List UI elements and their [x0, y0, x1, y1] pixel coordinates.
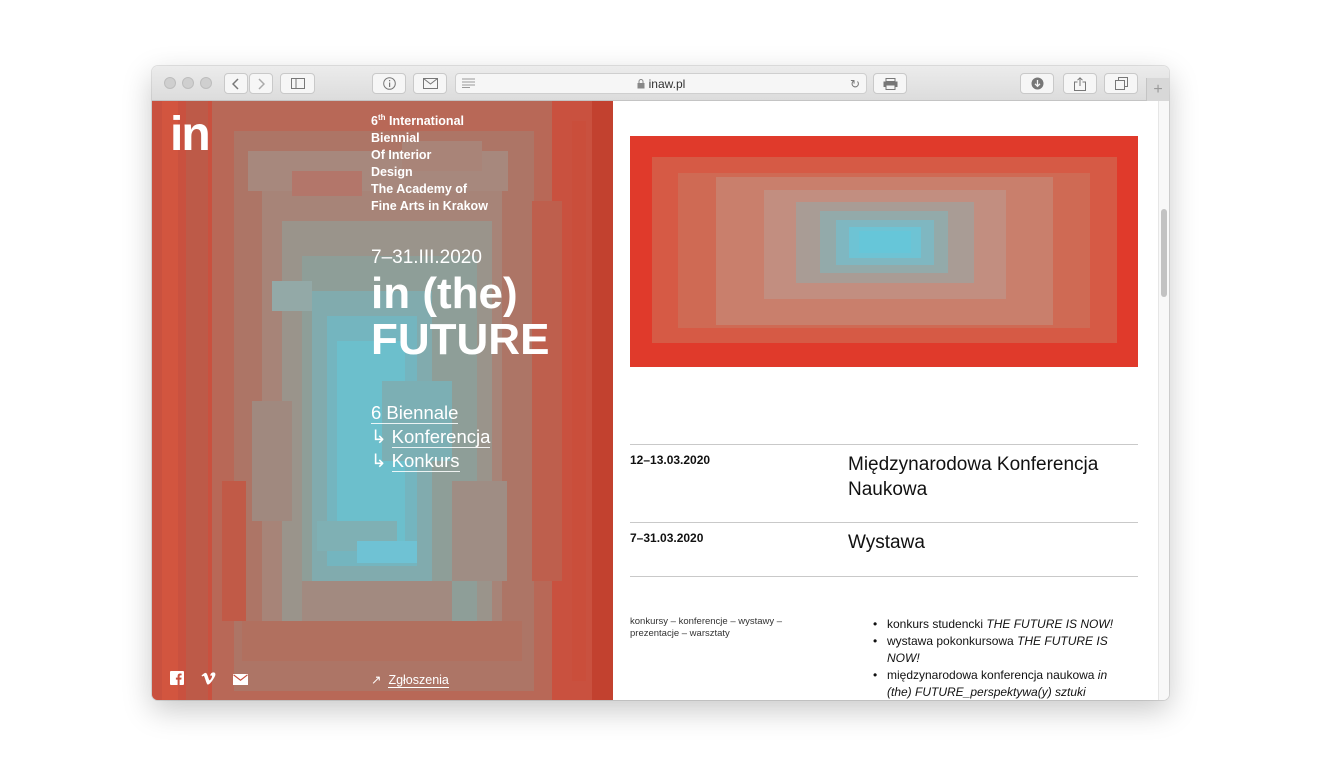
event-date: 7–31.03.2020 — [630, 531, 704, 545]
menu-item-biennale[interactable]: 6 Biennale — [371, 401, 490, 425]
browser-toolbar: inaw.pl ↻ + — [152, 66, 1169, 101]
menu-label: 6 Biennale — [371, 402, 459, 424]
sidebar-panel: in 6th International Biennial Of Interio… — [152, 101, 613, 700]
scrollbar[interactable] — [1158, 101, 1169, 700]
reload-icon[interactable]: ↻ — [850, 77, 860, 91]
list-item-emphasis: THE FUTURE IS NOW! — [986, 617, 1114, 631]
social-links — [170, 671, 248, 690]
info-line-1: 6th International — [371, 113, 521, 130]
minimize-window-button[interactable] — [182, 77, 194, 89]
sidebar-menu: 6 Biennale ↳ Konferencja ↳ Konkurs — [371, 401, 491, 473]
info-line-6: Fine Arts in Krakow — [371, 199, 488, 213]
list-item: wystawa pokonkursowa THE FUTURE IS NOW! — [871, 633, 1131, 667]
info-icon — [382, 77, 396, 90]
info-button[interactable] — [372, 73, 406, 94]
menu-item-konferencja[interactable]: ↳ Konferencja — [371, 425, 491, 449]
mail-icon[interactable] — [233, 672, 248, 690]
mail-share-button[interactable] — [413, 73, 447, 94]
info-line-5: The Academy of — [371, 182, 468, 196]
print-button[interactable] — [873, 73, 907, 94]
list-item: konkurs studencki THE FUTURE IS NOW! — [871, 616, 1131, 633]
chevron-right-icon — [258, 77, 265, 90]
reader-icon[interactable] — [462, 78, 475, 88]
share-button[interactable] — [1063, 73, 1097, 94]
browser-window: inaw.pl ↻ + in 6th International Biennia… — [152, 66, 1169, 700]
menu-label: Konferencja — [391, 426, 491, 448]
tabs-overview-button[interactable] — [1104, 73, 1138, 94]
info-line-1-rest: International — [385, 114, 464, 128]
envelope-icon — [422, 78, 438, 89]
event-name: Wystawa — [848, 532, 925, 553]
info-line-2: Biennial — [371, 131, 420, 145]
list-item-text: międzynarodowa konferencja naukowa — [887, 668, 1098, 682]
printer-icon — [883, 77, 897, 90]
event-row[interactable]: 7–31.03.2020 Wystawa — [630, 522, 1138, 576]
tabs-icon — [1114, 77, 1128, 90]
url-text: inaw.pl — [648, 76, 686, 91]
info-line-3: Of Interior — [371, 148, 432, 162]
ordinal-number: 6 — [371, 114, 378, 128]
hero-artwork — [630, 136, 1138, 367]
program-list: konkurs studencki THE FUTURE IS NOW! wys… — [871, 616, 1131, 700]
plus-icon: + — [1153, 80, 1163, 98]
list-item: międzynarodowa konferencja naukowa in (t… — [871, 667, 1131, 700]
applications-label: Zgłoszenia — [388, 673, 449, 688]
facebook-icon[interactable] — [170, 671, 184, 690]
event-title-line-2: FUTURE — [371, 315, 550, 364]
event-row[interactable]: 12–13.03.2020 Międzynarodowa Konferencja… — [630, 444, 1138, 522]
zoom-window-button[interactable] — [200, 77, 212, 89]
menu-arrow-icon: ↳ — [371, 426, 392, 447]
list-item-text: konkurs studencki — [887, 617, 987, 631]
scrollbar-thumb[interactable] — [1161, 209, 1167, 297]
biennial-info: 6th International Biennial Of Interior D… — [371, 113, 521, 215]
tags-text: konkursy – konferencje – wystawy – preze… — [630, 616, 783, 639]
chevron-left-icon — [232, 77, 239, 90]
main-content: 12–13.03.2020 Międzynarodowa Konferencja… — [613, 101, 1158, 700]
menu-arrow-icon: ↳ — [371, 450, 392, 471]
share-icon — [1074, 76, 1086, 91]
applications-link[interactable]: ↗ Zgłoszenia — [371, 672, 449, 688]
ordinal-suffix: th — [377, 112, 386, 122]
event-date: 12–13.03.2020 — [630, 453, 711, 467]
vimeo-icon[interactable] — [201, 671, 216, 690]
close-window-button[interactable] — [164, 77, 176, 89]
new-tab-button[interactable]: + — [1146, 78, 1169, 101]
event-title-line-1: in (the) — [371, 269, 518, 318]
list-item-text: wystawa pokonkursowa — [887, 634, 1018, 648]
forward-button[interactable] — [249, 73, 273, 94]
event-dates: 7–31.III.2020 — [371, 247, 482, 268]
menu-label: Konkurs — [391, 450, 460, 472]
sidebar-icon — [290, 78, 305, 89]
arrow-up-right-icon: ↗ — [371, 673, 382, 687]
menu-item-konkurs[interactable]: ↳ Konkurs — [371, 449, 490, 473]
back-button[interactable] — [224, 73, 248, 94]
divider — [630, 576, 1138, 577]
sidebar-toggle-button[interactable] — [280, 73, 315, 94]
event-title: in (the) FUTURE — [371, 271, 549, 363]
address-bar[interactable]: inaw.pl ↻ — [455, 73, 867, 94]
lock-icon — [637, 78, 645, 88]
site-logo[interactable]: in — [170, 111, 211, 159]
event-name: Międzynarodowa Konferencja Naukowa — [848, 454, 1099, 500]
downloads-button[interactable] — [1020, 73, 1054, 94]
download-icon — [1031, 77, 1043, 90]
info-line-4: Design — [371, 165, 413, 179]
